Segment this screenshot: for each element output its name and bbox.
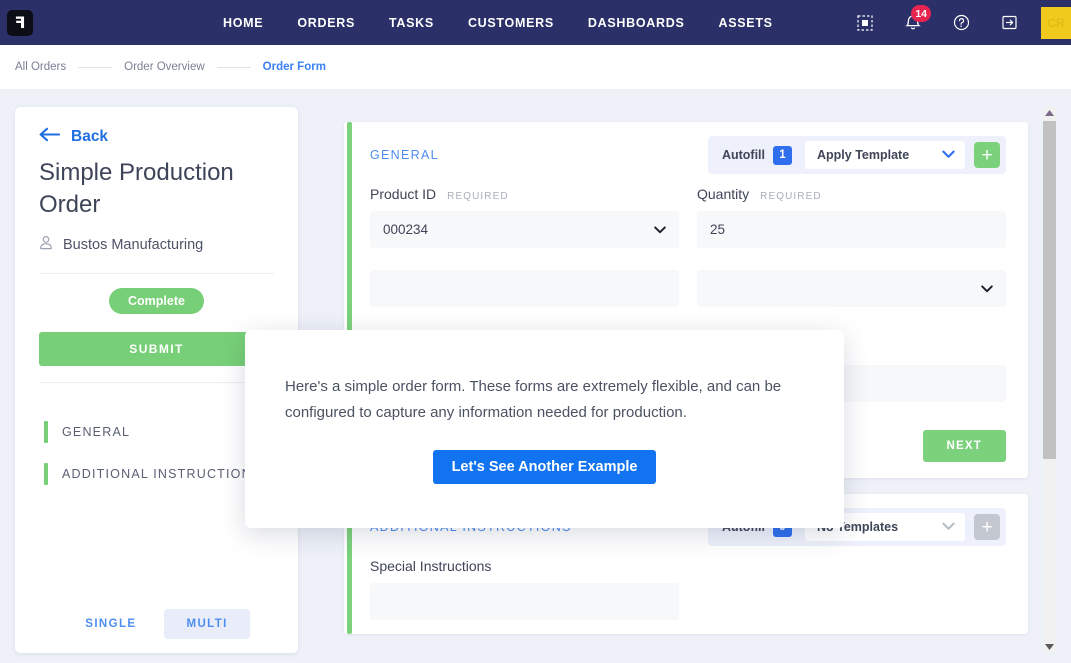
form-row-special: Special Instructions (370, 558, 1006, 620)
tour-modal: Here's a simple order form. These forms … (245, 330, 844, 528)
field-required-tag: REQUIRED (760, 191, 822, 202)
single-view-button[interactable]: SINGLE (63, 609, 158, 639)
logout-icon[interactable] (985, 0, 1033, 45)
breadcrumb-separator (216, 66, 251, 68)
arrow-left-icon (39, 127, 61, 147)
plus-icon: + (981, 516, 993, 538)
quantity-value: 25 (710, 222, 726, 237)
another-example-button[interactable]: Let's See Another Example (432, 450, 657, 484)
breadcrumb: All Orders Order Overview Order Form (15, 61, 326, 73)
form-section-title: GENERAL (370, 148, 439, 162)
scroll-up-arrow-icon[interactable] (1043, 107, 1056, 119)
field-hidden-left-1 (370, 270, 679, 307)
form-row-2 (370, 270, 1006, 307)
back-label: Back (71, 128, 109, 145)
chevron-down-icon (942, 146, 955, 164)
field-label: Quantity (697, 186, 750, 202)
special-instructions-input[interactable] (370, 583, 679, 620)
quantity-input[interactable]: 25 (697, 211, 1006, 248)
nav-icon-group: 14 CR (841, 0, 1071, 45)
apply-template-label: Apply Template (817, 148, 910, 162)
product-id-value: 000234 (383, 222, 429, 237)
form-scrollbar[interactable] (1043, 107, 1056, 653)
field-special-spacer (697, 558, 1006, 620)
field-required-tag: REQUIRED (447, 191, 509, 202)
page-body: Back Simple Production Order Bustos Manu… (0, 89, 1071, 663)
panel-divider (39, 382, 274, 383)
add-field-button[interactable]: + (974, 142, 1000, 168)
autofill-control[interactable]: Autofill 1 (714, 145, 796, 165)
breadcrumb-separator (78, 66, 113, 68)
field-label: Special Instructions (370, 558, 492, 574)
back-button[interactable]: Back (39, 127, 298, 147)
autofill-label: Autofill (721, 148, 765, 162)
plus-icon: + (981, 144, 993, 166)
field-product-id: Product ID REQUIRED 000234 (370, 186, 679, 248)
autofill-count-badge: 1 (773, 145, 792, 165)
primary-nav-links: HOME ORDERS TASKS CUSTOMERS DASHBOARDS A… (223, 16, 773, 30)
product-id-select[interactable]: 000234 (370, 211, 679, 248)
nav-link-customers[interactable]: CUSTOMERS (468, 16, 554, 30)
user-avatar[interactable]: CR (1041, 6, 1071, 39)
nav-link-assets[interactable]: ASSETS (718, 16, 772, 30)
status-row: Complete (15, 288, 298, 314)
next-button[interactable]: NEXT (922, 430, 1006, 462)
hidden-select-right[interactable] (697, 270, 1006, 307)
view-mode-toggle: SINGLE MULTI (15, 609, 298, 653)
apply-template-dropdown[interactable]: Apply Template (805, 141, 965, 169)
customer-row: Bustos Manufacturing (39, 235, 298, 255)
section-status-tick (44, 421, 48, 443)
form-row-1: Product ID REQUIRED 000234 Quantity REQU… (370, 186, 1006, 248)
notification-count-badge: 14 (911, 5, 931, 22)
hidden-select-left[interactable] (370, 270, 679, 307)
scrollbar-thumb[interactable] (1043, 121, 1056, 459)
breadcrumb-bar: All Orders Order Overview Order Form Sea… (0, 45, 1071, 127)
help-circle-icon[interactable] (937, 0, 985, 45)
sidebar-item-label: GENERAL (62, 425, 131, 439)
breadcrumb-item-order-form[interactable]: Order Form (263, 61, 326, 73)
nav-link-dashboards[interactable]: DASHBOARDS (588, 16, 685, 30)
tour-modal-text: Here's a simple order form. These forms … (285, 378, 782, 421)
breadcrumb-item-order-overview[interactable]: Order Overview (124, 61, 205, 73)
sidebar-item-label: ADDITIONAL INSTRUCTIONS (62, 467, 262, 481)
nav-link-home[interactable]: HOME (223, 16, 263, 30)
submit-button[interactable]: SUBMIT (39, 332, 274, 366)
field-label-row: Product ID REQUIRED (370, 186, 679, 202)
field-quantity: Quantity REQUIRED 25 (697, 186, 1006, 248)
chevron-down-icon (942, 518, 955, 536)
status-badge: Complete (109, 288, 204, 314)
add-field-button-disabled[interactable]: + (974, 514, 1000, 540)
chevron-down-icon (654, 223, 666, 237)
person-icon (39, 235, 53, 255)
multi-view-button[interactable]: MULTI (164, 609, 250, 639)
notifications-bell-icon[interactable]: 14 (889, 0, 937, 45)
field-special-instructions: Special Instructions (370, 558, 679, 620)
field-label: Product ID (370, 186, 437, 202)
section-status-tick (44, 463, 48, 485)
field-label-row: Quantity REQUIRED (697, 186, 1006, 202)
form-card-general-header: GENERAL Autofill 1 Apply Template + (370, 136, 1006, 174)
chevron-down-icon (981, 282, 993, 296)
breadcrumb-item-all-orders[interactable]: All Orders (15, 61, 66, 73)
app-logo-icon[interactable]: F (7, 9, 33, 36)
customer-name: Bustos Manufacturing (63, 237, 204, 253)
field-hidden-right-1 (697, 270, 1006, 307)
scan-icon[interactable] (841, 0, 889, 45)
top-navigation-bar: F HOME ORDERS TASKS CUSTOMERS DASHBOARDS… (0, 0, 1071, 45)
scroll-down-arrow-icon[interactable] (1043, 641, 1056, 653)
field-label-row: Special Instructions (370, 558, 679, 574)
nav-link-orders[interactable]: ORDERS (297, 16, 355, 30)
page-title: Simple Production Order (39, 159, 234, 218)
form-card-general-tools: Autofill 1 Apply Template + (707, 136, 1006, 174)
nav-link-tasks[interactable]: TASKS (389, 16, 434, 30)
panel-divider (39, 273, 274, 274)
